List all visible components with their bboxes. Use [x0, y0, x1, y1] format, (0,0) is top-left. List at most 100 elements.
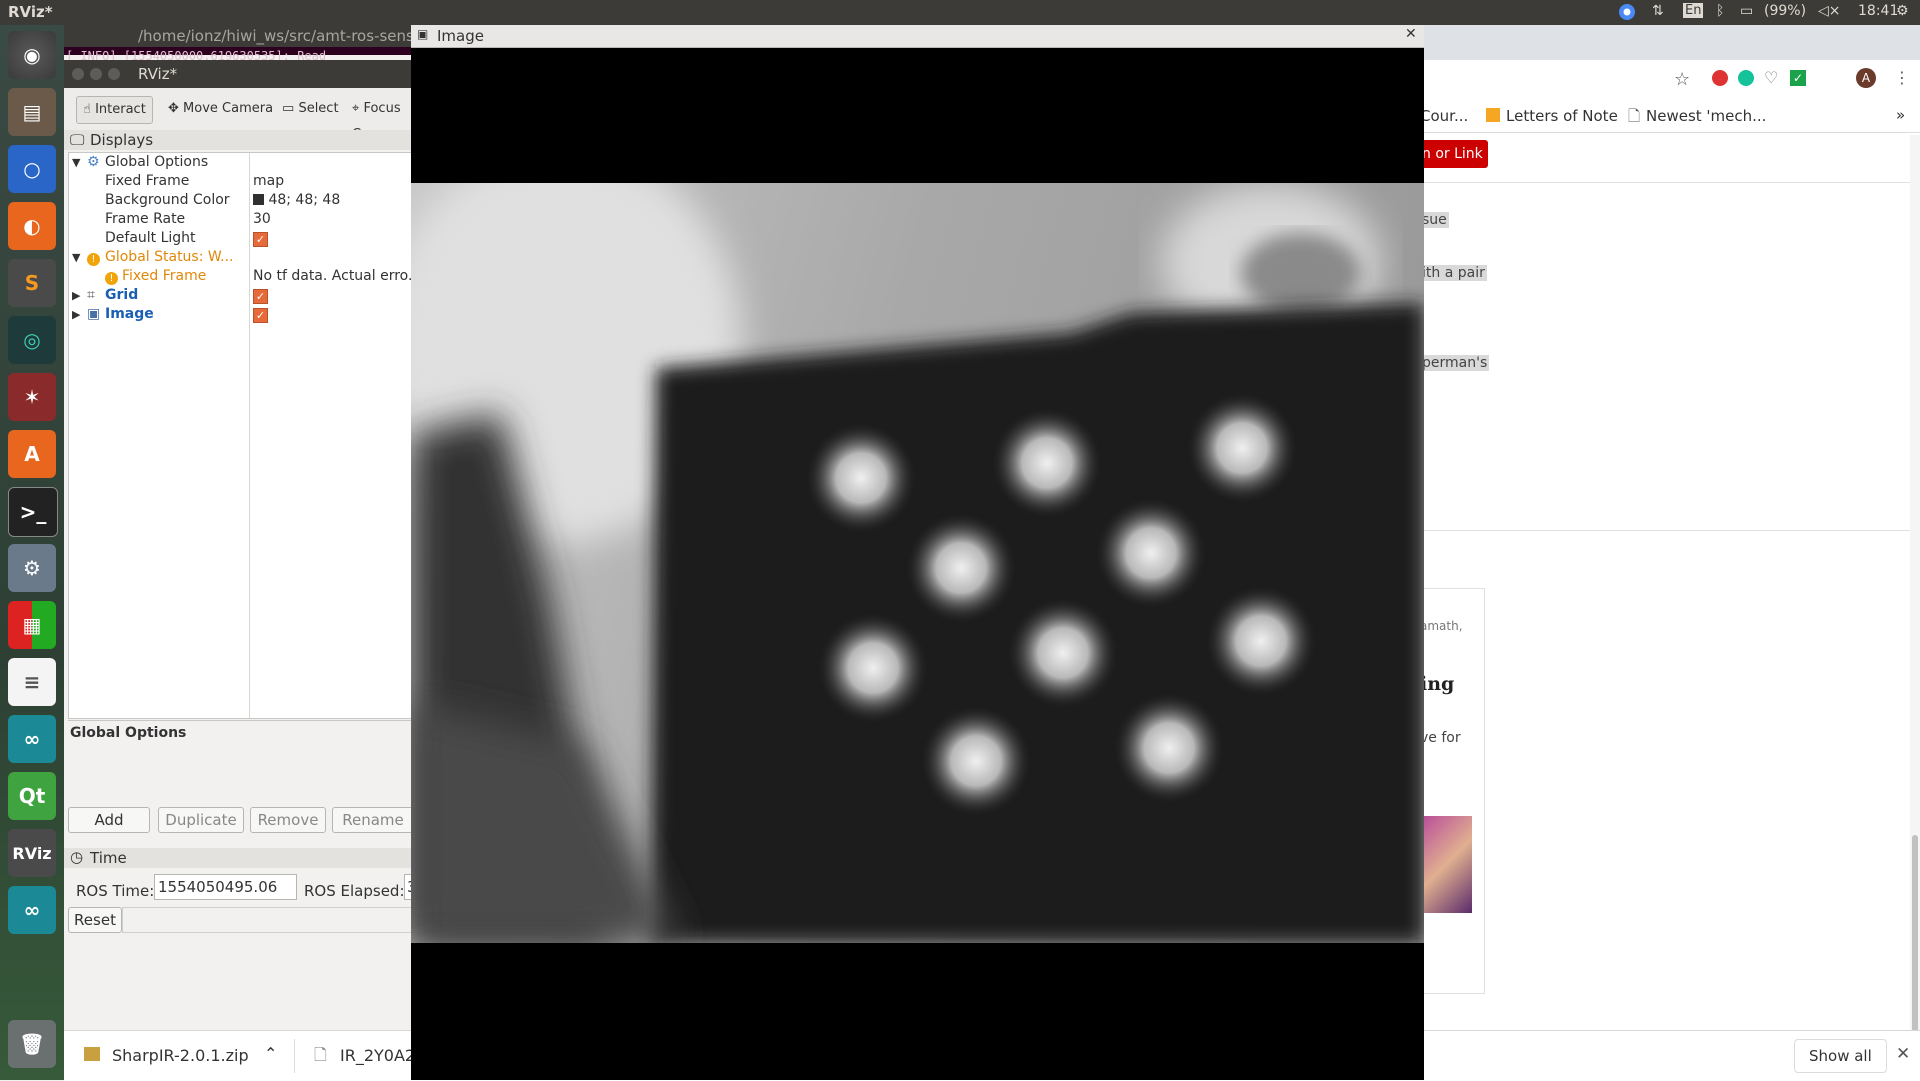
chrome-tray-icon[interactable]: [1618, 3, 1636, 25]
close-icon[interactable]: ✕: [1405, 26, 1417, 42]
extension-red-icon[interactable]: [1712, 70, 1728, 86]
tree-row-image[interactable]: ▶ ▣ Image ✓: [69, 305, 419, 324]
tree-row-fixed-frame[interactable]: Fixed Frame map: [69, 172, 419, 191]
volume-muted-icon[interactable]: ◁×: [1818, 3, 1841, 19]
reset-button[interactable]: Reset: [68, 907, 122, 933]
grammarly-icon[interactable]: [1738, 70, 1754, 86]
top-panel: RViz* ⇅ En ᛒ ▭ (99%) ◁× 18:41 ⚙: [0, 0, 1920, 25]
chevron-up-icon[interactable]: ⌃: [264, 1044, 277, 1063]
image-window-titlebar[interactable]: ▣ Image ✕: [411, 25, 1424, 48]
remove-button[interactable]: Remove: [250, 807, 326, 833]
expand-arrow-icon[interactable]: ▶: [72, 289, 80, 302]
color-swatch: [253, 194, 264, 205]
image-enabled-checkbox[interactable]: ✓: [253, 308, 268, 323]
gitkraken-icon[interactable]: ◎: [8, 316, 56, 364]
rename-button[interactable]: Rename: [332, 807, 414, 833]
system-settings-icon[interactable]: ⚙: [8, 544, 56, 592]
warning-icon: !: [87, 253, 100, 266]
expand-arrow-icon[interactable]: ▼: [72, 156, 80, 169]
close-download-bar-icon[interactable]: ✕: [1896, 1044, 1910, 1064]
author-photo[interactable]: [1420, 816, 1472, 913]
monitor-icon: 🖵: [70, 131, 85, 149]
chrome-browser-window: ☆ ♡ ✓ A ⋮ Cour... Letters of Note 🗋 Newe…: [1420, 25, 1920, 1057]
arduino-icon[interactable]: ∞: [8, 715, 56, 763]
software-center-icon[interactable]: A: [8, 430, 56, 478]
image-icon: ▣: [87, 306, 101, 322]
bookmark-letters-of-note[interactable]: Letters of Note: [1506, 107, 1618, 125]
keyboard-layout-indicator[interactable]: En: [1683, 3, 1704, 18]
scrollbar-thumb[interactable]: [1912, 835, 1918, 1045]
profile-avatar[interactable]: A: [1856, 68, 1876, 88]
signin-button[interactable]: n or Link: [1420, 140, 1488, 168]
menu-dots-icon[interactable]: ⋮: [1894, 68, 1910, 87]
tree-row-global-options[interactable]: ▼ ⚙ Global Options: [69, 153, 419, 172]
image-display-label: Image: [105, 306, 154, 322]
default-light-checkbox[interactable]: ✓: [253, 232, 268, 247]
tree-row-status-fixed-frame[interactable]: ! Fixed Frame No tf data. Actual erro...: [69, 267, 421, 286]
crosshair-icon: ⌖: [352, 101, 360, 116]
close-icon[interactable]: [72, 68, 84, 80]
background-color-value-cell[interactable]: 48; 48; 48: [253, 192, 340, 208]
app-network-icon[interactable]: ✶: [8, 373, 56, 421]
fixed-frame-value[interactable]: map: [253, 173, 284, 189]
file-icon: 🗋: [314, 1045, 327, 1064]
select-tool-button[interactable]: ▭ Select: [276, 96, 345, 122]
battery-icon[interactable]: ▭: [1740, 3, 1753, 19]
image-viewer-window[interactable]: ▣ Image ✕: [411, 25, 1424, 1080]
duplicate-button[interactable]: Duplicate: [158, 807, 244, 833]
download-item-2[interactable]: IR_2Y0A2: [340, 1046, 415, 1065]
rviz-icon[interactable]: RViz: [8, 829, 56, 877]
rviz-titlebar[interactable]: RViz*: [64, 60, 419, 88]
text-editor-icon[interactable]: ≡: [8, 658, 56, 706]
bookmark-courses[interactable]: Cour...: [1420, 107, 1468, 125]
tree-row-frame-rate[interactable]: Frame Rate 30: [69, 210, 419, 229]
expand-arrow-icon[interactable]: ▼: [72, 251, 80, 264]
tree-row-global-status[interactable]: ▼ ! Global Status: W...: [69, 248, 419, 267]
firefox-icon[interactable]: ◐: [8, 202, 56, 250]
global-options-label: Global Options: [105, 154, 209, 170]
frame-rate-value[interactable]: 30: [253, 211, 271, 227]
more-bookmarks-icon[interactable]: »: [1896, 106, 1905, 124]
minimize-icon[interactable]: [90, 68, 102, 80]
pocket-icon[interactable]: ♡: [1764, 68, 1778, 87]
clock-icon: ◷: [70, 848, 84, 866]
move-camera-tool-button[interactable]: ✥ Move Camera: [162, 96, 279, 122]
focus-camera-tool-button[interactable]: ⌖ Focus C: [346, 96, 419, 142]
terminal-window[interactable]: /home/ionz/hiwi_ws/src/amt-ros-sens [ IN…: [64, 25, 419, 63]
rviz-title: RViz*: [138, 65, 178, 83]
bookmark-newest-mech[interactable]: Newest 'mech...: [1646, 107, 1766, 125]
trash-icon[interactable]: 🗑: [8, 1020, 56, 1068]
browser-scrollbar[interactable]: [1910, 135, 1920, 1055]
network-updown-icon[interactable]: ⇅: [1652, 3, 1664, 19]
show-all-button[interactable]: Show all: [1794, 1039, 1887, 1073]
ros-time-label: ROS Time:: [76, 882, 155, 900]
tree-row-default-light[interactable]: Default Light ✓: [69, 229, 419, 248]
bookmark-star-icon[interactable]: ☆: [1674, 69, 1690, 90]
tree-row-background-color[interactable]: Background Color 48; 48; 48: [69, 191, 419, 210]
qt-creator-icon[interactable]: Qt: [8, 772, 56, 820]
property-description-panel: Global Options: [68, 720, 419, 821]
add-button[interactable]: Add: [68, 807, 150, 833]
terminal-icon[interactable]: >_: [8, 487, 58, 537]
interact-tool-button[interactable]: ☝ Interact: [76, 96, 153, 124]
clock[interactable]: 18:41: [1858, 3, 1898, 19]
download-item-1[interactable]: SharpIR-2.0.1.zip: [112, 1046, 249, 1065]
app-grid-icon[interactable]: ▦: [8, 601, 56, 649]
chromium-icon[interactable]: ○: [8, 145, 56, 193]
ros-time-field[interactable]: 1554050495.06: [154, 874, 297, 900]
status-fixed-frame-label: Fixed Frame: [122, 268, 207, 284]
tree-row-grid[interactable]: ▶ ⌗ Grid ✓: [69, 286, 419, 305]
dash-home-icon[interactable]: ◉: [8, 31, 56, 79]
maximize-icon[interactable]: [108, 68, 120, 80]
card-author: amath,: [1420, 619, 1463, 633]
article-card[interactable]: amath, ing ve for: [1420, 588, 1485, 994]
settings-gear-icon[interactable]: ⚙: [1896, 3, 1909, 19]
checkmark-extension-icon[interactable]: ✓: [1790, 70, 1806, 86]
rviz-toolbar: ☝ Interact ✥ Move Camera ▭ Select ⌖ Focu…: [64, 88, 419, 142]
sublime-text-icon[interactable]: S: [8, 259, 56, 307]
expand-arrow-icon[interactable]: ▶: [72, 308, 80, 321]
grid-enabled-checkbox[interactable]: ✓: [253, 289, 268, 304]
files-icon[interactable]: ▤: [8, 88, 56, 136]
arduino-icon-2[interactable]: ∞: [8, 886, 56, 934]
bluetooth-icon[interactable]: ᛒ: [1716, 3, 1724, 19]
